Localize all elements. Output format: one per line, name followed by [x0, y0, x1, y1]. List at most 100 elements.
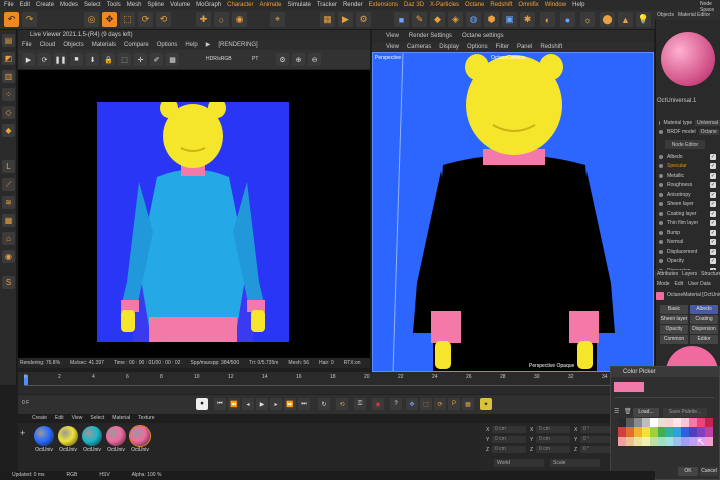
material-type-row[interactable]: Material type Universal: [657, 118, 720, 127]
save-palette-button[interactable]: Save Palette...: [663, 408, 707, 417]
palette-swatch[interactable]: [705, 418, 713, 428]
axis-mode-icon[interactable]: L: [2, 160, 15, 173]
move-icon[interactable]: ✥: [102, 12, 117, 27]
palette-swatch[interactable]: [665, 418, 674, 428]
attributes-menu-item[interactable]: User Data: [688, 281, 711, 287]
zoom-out-icon[interactable]: ⊖: [308, 53, 321, 66]
coordinate-field[interactable]: 0 °: [580, 436, 614, 443]
viewport-menu-item[interactable]: Display: [439, 42, 459, 52]
channel-checkbox[interactable]: ✓: [710, 248, 716, 255]
right-panel-tab[interactable]: Objects: [657, 10, 674, 20]
live-viewer-menu-item[interactable]: Cloud: [40, 40, 56, 50]
palette-swatch[interactable]: [673, 418, 682, 428]
channel-row[interactable]: Specular ✓: [657, 162, 720, 171]
palette-swatch[interactable]: [625, 427, 634, 437]
channel-row[interactable]: Coating layer ✓: [657, 209, 720, 218]
attributes-group-button[interactable]: Sheen layer: [660, 315, 688, 324]
brdf-select[interactable]: Octane: [698, 128, 719, 135]
z-axis-icon[interactable]: ◉: [232, 12, 247, 27]
scale-icon[interactable]: ⬚: [120, 12, 135, 27]
menu-volume[interactable]: Volume: [170, 2, 190, 8]
viewport-tab[interactable]: Render Settings: [409, 30, 452, 42]
render-icon[interactable]: ▶: [338, 12, 353, 27]
model-mode-icon[interactable]: ◩: [2, 52, 15, 65]
timeline[interactable]: 024681012141618202224262830323436: [18, 372, 655, 394]
pause-icon[interactable]: ❚❚: [54, 53, 67, 66]
live-viewer-menu-item[interactable]: File: [22, 40, 32, 50]
coordinate-field[interactable]: 0 cm: [492, 446, 526, 453]
cube-icon[interactable]: ■: [394, 12, 409, 27]
octane-logo-icon[interactable]: ◐: [540, 12, 555, 27]
menu-simulate[interactable]: Simulate: [288, 2, 311, 8]
previous-key-icon[interactable]: ⏪: [228, 398, 240, 410]
coordinate-field[interactable]: 0 °: [580, 446, 614, 453]
reload-icon[interactable]: ⟳: [38, 53, 51, 66]
load-palette-button[interactable]: Load...: [633, 408, 659, 417]
live-viewer-menu-item[interactable]: Options: [157, 40, 178, 50]
palette-swatch[interactable]: [633, 427, 642, 437]
motion-recording-icon[interactable]: ⟲: [336, 398, 348, 410]
material-menu-item[interactable]: Texture: [138, 414, 154, 423]
menu-animate[interactable]: Animate: [259, 2, 281, 8]
palette-swatch[interactable]: [633, 418, 642, 428]
palette-swatch[interactable]: [665, 427, 674, 437]
viewport-menu-item[interactable]: Redshift: [540, 42, 562, 52]
attributes-group-button[interactable]: Basic: [660, 305, 688, 314]
coordinate-field[interactable]: 0 °: [580, 426, 614, 433]
menu-select[interactable]: Select: [84, 2, 101, 8]
live-select-icon[interactable]: ◎: [84, 12, 99, 27]
points-mode-icon[interactable]: ⁘: [2, 88, 15, 101]
parameter-track-icon[interactable]: P: [448, 398, 460, 410]
octane-light-icon[interactable]: ☼: [580, 12, 595, 27]
grid-icon[interactable]: ▦: [166, 53, 179, 66]
key-icon[interactable]: ⚿: [354, 398, 366, 410]
material-type-select[interactable]: Universal: [695, 119, 720, 126]
palette-swatch[interactable]: [689, 418, 698, 428]
palette-swatch[interactable]: [673, 427, 682, 437]
palette-swatch[interactable]: [697, 418, 706, 428]
attributes-tab[interactable]: Layers: [682, 271, 697, 277]
palette-swatch[interactable]: [689, 427, 698, 437]
palette-swatch[interactable]: [657, 427, 666, 437]
3d-viewport[interactable]: Perspective OctaneCamera Perspective Opa…: [372, 52, 654, 372]
material-thumbnail[interactable]: [129, 425, 151, 447]
palette-swatch[interactable]: [649, 436, 658, 446]
channel-checkbox[interactable]: ✓: [710, 153, 716, 160]
size-mode-select[interactable]: Scale: [550, 459, 600, 467]
live-viewer-menu-item[interactable]: Objects: [63, 40, 83, 50]
stop-icon[interactable]: ■: [70, 53, 83, 66]
palette-swatch[interactable]: [673, 436, 682, 446]
attributes-group-button[interactable]: Opacity: [660, 325, 688, 334]
menu-tools[interactable]: Tools: [107, 2, 121, 8]
brdf-row[interactable]: BRDF model Octane: [657, 127, 720, 136]
solo-icon[interactable]: ◉: [2, 250, 15, 263]
coordinate-field[interactable]: 0 cm: [492, 426, 526, 433]
scene-icon[interactable]: ⬢: [484, 12, 499, 27]
menu-x-particles[interactable]: X-Particles: [430, 2, 459, 8]
play-icon[interactable]: ▶: [22, 53, 35, 66]
material-thumbnail[interactable]: [106, 426, 126, 446]
menu-octane[interactable]: Octane: [465, 2, 484, 8]
attributes-menu-item[interactable]: Mode: [657, 281, 670, 287]
timeline-window-icon[interactable]: ✦: [480, 398, 492, 410]
material-menu-item[interactable]: Create: [32, 414, 47, 423]
material-thumbnail[interactable]: [34, 426, 54, 446]
make-editable-icon[interactable]: ▤: [2, 34, 15, 47]
camera-icon[interactable]: ▣: [502, 12, 517, 27]
zoom-in-icon[interactable]: ⊕: [292, 53, 305, 66]
coordinate-field[interactable]: 0 cm: [536, 426, 570, 433]
x-axis-icon[interactable]: ✚: [196, 12, 211, 27]
palette-swatch[interactable]: [681, 418, 690, 428]
play-forward-icon[interactable]: ▶: [256, 398, 268, 410]
palette-swatch[interactable]: [649, 427, 658, 437]
region-icon[interactable]: ⬚: [118, 53, 131, 66]
attributes-menu-item[interactable]: Edit: [675, 281, 684, 287]
lock-icon[interactable]: ⌂: [2, 232, 15, 245]
palette-swatch[interactable]: [625, 436, 634, 446]
viewport-camera-label[interactable]: OctaneCamera: [491, 55, 525, 61]
channel-row[interactable]: Albedo ✓: [657, 152, 720, 161]
material-thumbnail[interactable]: [82, 426, 102, 446]
loop-icon[interactable]: ↻: [318, 398, 330, 410]
cancel-button[interactable]: Cancel: [700, 467, 718, 476]
live-viewer-menu-item[interactable]: Materials: [92, 40, 116, 50]
